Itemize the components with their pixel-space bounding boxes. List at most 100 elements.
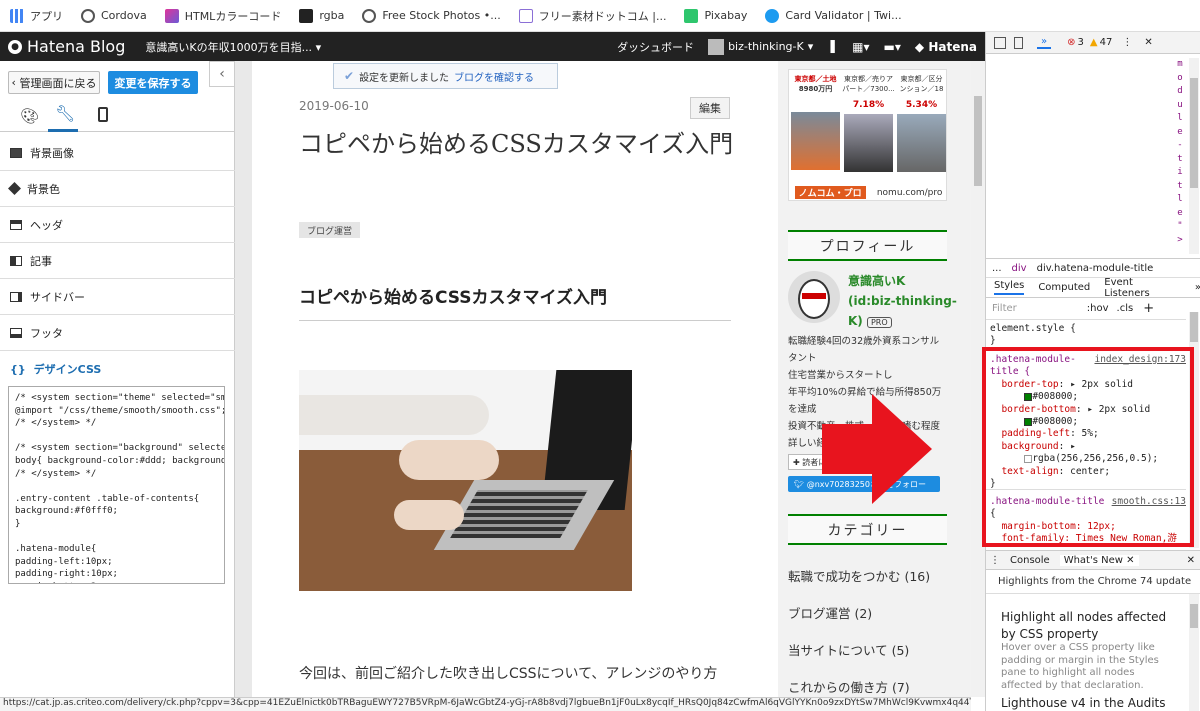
bookmark-htmlcolor[interactable]: HTMLカラーコード [164,8,281,24]
tab-styles[interactable]: Styles [994,280,1025,295]
bookmark-rgba[interactable]: rgba [299,8,344,23]
error-icon[interactable]: ⊗ [1067,37,1075,48]
add-rule-icon[interactable]: + [1143,301,1154,316]
warning-icon[interactable]: ▲ [1090,37,1098,48]
globe-icon [362,8,377,23]
ad-banner[interactable]: 東京都／土地 8980万円 東京都／売りア パート／7300... 7.18% 東京都… [788,69,947,201]
design-css-editor[interactable]: /* <system section="theme" selected="smo… [8,386,225,584]
whats-new-title[interactable]: Highlight all nodes affected by CSS prop… [1001,609,1181,643]
whats-new-next[interactable]: Lighthouse v4 in the Audits [1001,696,1181,710]
bookmark-pixabay[interactable]: Pixabay [684,8,747,23]
tab-whats-new[interactable]: What's New ✕ [1059,554,1139,566]
bookmark-card-validator[interactable]: Card Validator | Twi... [765,8,902,23]
laptop-photo [299,370,632,591]
elements-dom-tree[interactable] [986,54,1200,258]
edit-button[interactable]: 編集 [690,97,730,119]
dashboard-link[interactable]: ダッシュボード [617,39,694,55]
braces-icon: {} [10,362,26,376]
more-tabs-button[interactable]: » [1195,282,1200,293]
entry-date[interactable]: 2019-06-10 [299,99,369,113]
element-style-rule[interactable]: element.style { } [990,323,1076,348]
menu-sidebar[interactable]: サイドバー [0,279,235,315]
design-tabs: 🎨︎ 🔧︎ [0,99,235,132]
caret-down-icon: ▾ [807,40,814,53]
hatena-blog-logo[interactable]: ● Hatena Blog [8,37,125,56]
apps-grid-icon [10,8,24,23]
kebab-menu-icon[interactable]: ⋮ [1122,37,1132,48]
profile-avatar[interactable] [788,271,840,323]
kebab-menu-icon[interactable]: ⋮ [990,555,1000,566]
bookmark-apps[interactable]: アプリ [10,8,63,24]
bookmarks-bar: アプリ Cordova HTMLカラーコード rgba Free Stock P… [0,0,1200,32]
pro-badge: PRO [866,317,892,328]
ad-photo [897,114,946,172]
menu-background-color[interactable]: 背景色 [0,171,235,207]
entry-body-text: 今回は、前回ご紹介した吹き出しCSSについて、アレンジのやり方 [299,666,718,682]
blog-title-dropdown[interactable]: 意識高いKの年収1000万を目指... ▾ [145,39,321,55]
chevron-left-icon: ‹ [11,76,16,89]
free-material-icon [518,8,533,23]
article-layout-icon [10,255,22,266]
tab-computed[interactable]: Computed [1038,282,1090,293]
tab-event-listeners[interactable]: Event Listeners [1104,277,1181,299]
menu-background-image[interactable]: 背景画像 [0,135,235,171]
notification-icon[interactable]: ▬▾ [884,40,901,54]
save-changes-button[interactable]: 変更を保存する [108,71,198,94]
dom-scrollbar[interactable] [1189,58,1199,254]
pixabay-icon [684,8,699,23]
scrollbar-thumb[interactable] [974,96,982,186]
category-link[interactable]: 転職で成功をつかむ (16) [788,566,930,585]
bookmark-freestock[interactable]: Free Stock Photos •... [362,8,501,23]
category-link[interactable]: ブログ運営 (2) [788,603,872,622]
menu-header[interactable]: ヘッダ [0,207,235,243]
grid-menu-icon[interactable]: ▦▾ [852,40,869,54]
check-blog-link[interactable]: ブログを確認する [454,69,534,84]
menu-design-css[interactable]: {} デザインCSS [0,351,235,387]
bookmark-freematerial[interactable]: フリー素材ドットコム |... [518,8,666,24]
styles-tabs: Styles Computed Event Listeners » [986,277,1200,299]
hatena-header: ● Hatena Blog 意識高いKの年収1000万を目指... ▾ ダッシュボ… [0,32,985,61]
whats-new-description: Hover over a CSS property like padding o… [1001,642,1159,691]
design-panel: ‹ 管理画面に戻る 変更を保存する 🎨︎ 🔧︎ 背景画像 背景色 ヘッダ 記事 … [0,61,235,711]
avatar [708,38,725,55]
cls-toggle[interactable]: .cls [1117,303,1134,314]
globe-icon [81,8,95,23]
bookmark-cordova[interactable]: Cordova [81,8,147,23]
category-link[interactable]: これからの働き方 (7) [788,677,910,696]
inspect-icon[interactable] [994,36,1006,49]
profile-module-title: プロフィール [788,230,947,261]
drawer-scrollbar[interactable] [1189,594,1199,711]
ad-footer: ノムコム・プロ nomu.com/pro [789,184,948,201]
smartphone-icon[interactable] [98,107,108,122]
menu-footer[interactable]: フッタ [0,315,235,351]
ad-item: 東京都／売りア パート／7300... 7.18% [842,70,895,182]
bookmark-icon[interactable]: ❚ [827,39,838,54]
device-toolbar-icon[interactable] [1014,36,1023,49]
more-tabs-button[interactable]: » [1037,36,1052,49]
back-to-admin-button[interactable]: ‹ 管理画面に戻る [8,71,100,94]
blog-preview: ✔ 設定を更新しました ブログを確認する 2019-06-10 編集 コピペから始め… [235,61,971,697]
styles-filter-input[interactable]: Filter :hov .cls + [986,298,1186,320]
ad-item: 東京都／土地 8980万円 [789,70,842,182]
profile-name[interactable]: 意識高いK (id:biz-thinking- K) PRO [848,271,958,333]
whats-new-header: Highlights from the Chrome 74 update [986,570,1200,594]
ad-photo [791,112,840,170]
update-toast: ✔ 設定を更新しました ブログを確認する [333,63,558,89]
category-link[interactable]: 当サイトについて (5) [788,640,909,659]
close-drawer-icon[interactable]: ✕ [1187,555,1195,566]
drawer-tabs: ⋮ Console What's New ✕ ✕ [986,550,1200,570]
close-icon[interactable]: ✕ [1126,555,1134,566]
entry-category[interactable]: ブログ運営 [299,222,361,238]
palette-icon[interactable]: 🎨︎ [20,107,39,125]
user-menu[interactable]: biz-thinking-K ▾ [708,38,814,55]
hatena-logo-icon: ● [8,39,22,54]
hatena-link[interactable]: ◆ Hatena [915,40,977,54]
collapse-panel-button[interactable]: ‹ [209,61,235,87]
sidebar: 東京都／土地 8980万円 東京都／売りア パート／7300... 7.18% 東京都… [778,61,971,697]
close-icon[interactable]: ✕ [1144,37,1152,48]
hov-toggle[interactable]: :hov [1087,303,1109,314]
wrench-icon[interactable]: 🔧︎ [55,104,75,123]
menu-article[interactable]: 記事 [0,243,235,279]
tab-console[interactable]: Console [1010,555,1050,566]
entry-title[interactable]: コピペから始めるCSSカスタマイズ入門 [299,123,739,166]
